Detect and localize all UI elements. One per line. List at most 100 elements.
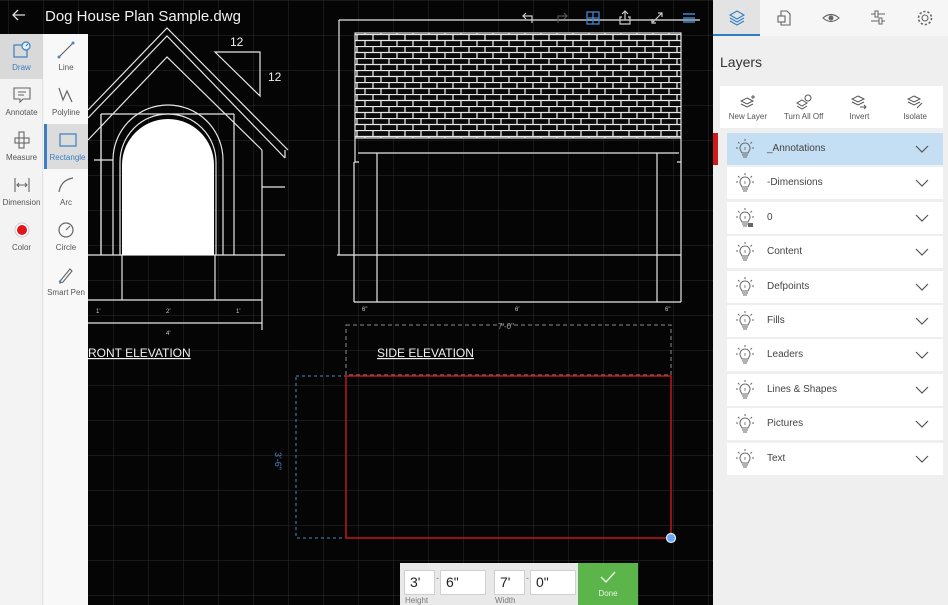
chevron-down-icon[interactable] bbox=[915, 176, 929, 190]
checkmark-icon bbox=[600, 571, 616, 584]
new-layer-button[interactable]: New Layer bbox=[720, 86, 776, 128]
back-button[interactable] bbox=[8, 6, 30, 28]
layer-item-0[interactable]: 0 bbox=[727, 201, 943, 234]
dimension-icon bbox=[13, 178, 30, 192]
chevron-down-icon[interactable] bbox=[915, 417, 929, 431]
fullscreen-button[interactable] bbox=[641, 7, 673, 29]
menu-button[interactable] bbox=[673, 7, 705, 29]
done-button[interactable]: Done bbox=[578, 563, 638, 605]
tool-arc[interactable]: Arc bbox=[44, 169, 88, 214]
height-inches-input[interactable]: 6" bbox=[440, 570, 486, 595]
layer-item-text[interactable]: Text bbox=[727, 442, 943, 475]
layer-name: Leaders bbox=[767, 349, 804, 361]
invert-button[interactable]: Invert bbox=[832, 86, 888, 128]
isolate-button[interactable]: Isolate bbox=[887, 86, 943, 128]
dimension-input-bar: 3' - 6" Height 7' - 0" Width Done bbox=[400, 563, 638, 605]
width-separator: - bbox=[526, 573, 529, 583]
layer-item-leaders[interactable]: Leaders bbox=[727, 339, 943, 372]
hamburger-icon bbox=[683, 13, 695, 23]
layer-item-dimensions[interactable]: -Dimensions bbox=[727, 167, 943, 200]
app-window: 12 12 1' 2' 1' 4' RONT ELEVATION 6" 6' 6… bbox=[0, 0, 948, 605]
tool-measure-label: Measure bbox=[5, 153, 38, 162]
top-actions bbox=[513, 7, 705, 29]
blocks-icon bbox=[776, 10, 791, 26]
draw-icon bbox=[12, 41, 31, 58]
drawing-canvas[interactable]: 12 12 1' 2' 1' 4' RONT ELEVATION 6" 6' 6… bbox=[0, 0, 713, 605]
height-feet-input[interactable]: 3' bbox=[404, 570, 435, 595]
undo-button[interactable] bbox=[513, 7, 545, 29]
document-title: Dog House Plan Sample.dwg bbox=[45, 8, 241, 25]
layer-list: _Annotations -Dimensions 0 Content Defpo… bbox=[720, 133, 943, 477]
front-dim-1: 1' bbox=[96, 309, 100, 315]
share-icon bbox=[619, 10, 631, 25]
resize-handle[interactable] bbox=[665, 532, 677, 544]
tool-smart-pen[interactable]: Smart Pen bbox=[44, 259, 88, 304]
sliders-icon bbox=[870, 10, 885, 25]
circle-icon bbox=[58, 222, 74, 238]
chevron-down-icon[interactable] bbox=[915, 314, 929, 328]
layer-item-fills[interactable]: Fills bbox=[727, 304, 943, 337]
tab-settings[interactable] bbox=[901, 0, 948, 36]
layer-name: Lines & Shapes bbox=[767, 383, 838, 395]
chevron-down-icon[interactable] bbox=[915, 280, 929, 294]
chevron-down-icon[interactable] bbox=[915, 245, 929, 259]
tab-view[interactable] bbox=[807, 0, 854, 36]
tool-color-label: Color bbox=[11, 243, 32, 252]
tab-layers[interactable] bbox=[713, 0, 760, 36]
tab-blocks[interactable] bbox=[760, 0, 807, 36]
tool-polyline-label: Polyline bbox=[51, 108, 80, 117]
width-feet-input[interactable]: 7' bbox=[494, 570, 525, 595]
layer-item-annotations[interactable]: _Annotations bbox=[727, 133, 943, 165]
slope-rise-label: 12 bbox=[268, 70, 282, 84]
lightbulb-icon bbox=[736, 448, 754, 468]
lightbulb-icon bbox=[736, 139, 754, 158]
isolate-label: Isolate bbox=[903, 111, 927, 121]
new-layer-icon bbox=[739, 94, 755, 108]
share-button[interactable] bbox=[609, 7, 641, 29]
tool-rectangle[interactable]: Rectangle bbox=[44, 124, 88, 169]
width-inches-input[interactable]: 0" bbox=[530, 570, 576, 595]
active-layer-marker bbox=[713, 133, 718, 165]
layer-item-defpoints[interactable]: Defpoints bbox=[727, 270, 943, 303]
layer-actions: New Layer Turn All Off Invert Isolate bbox=[720, 86, 943, 128]
layer-item-pictures[interactable]: Pictures bbox=[727, 408, 943, 441]
tool-categories: Draw Annotate Measure Dimension Color bbox=[0, 34, 43, 605]
tool-smart-pen-label: Smart Pen bbox=[47, 288, 85, 297]
tool-polyline[interactable]: Polyline bbox=[44, 79, 88, 124]
lightbulb-icon bbox=[736, 276, 754, 296]
slope-run-label: 12 bbox=[230, 35, 244, 49]
tool-dimension-label: Dimension bbox=[2, 198, 41, 207]
layers-icon bbox=[728, 10, 745, 26]
grid-button[interactable] bbox=[577, 7, 609, 29]
turn-all-off-button[interactable]: Turn All Off bbox=[776, 86, 832, 128]
tool-dimension[interactable]: Dimension bbox=[0, 169, 43, 214]
turn-all-off-icon bbox=[795, 94, 812, 110]
drawing-svg[interactable]: 12 12 1' 2' 1' 4' RONT ELEVATION 6" 6' 6… bbox=[0, 0, 713, 605]
chevron-down-icon[interactable] bbox=[915, 383, 929, 397]
redo-button[interactable] bbox=[545, 7, 577, 29]
tool-measure[interactable]: Measure bbox=[0, 124, 43, 169]
top-bar: Dog House Plan Sample.dwg bbox=[0, 0, 713, 34]
chevron-down-icon[interactable] bbox=[915, 452, 929, 466]
tool-circle[interactable]: Circle bbox=[44, 214, 88, 259]
lightbulb-icon bbox=[736, 242, 754, 261]
color-icon bbox=[14, 222, 29, 238]
tool-line[interactable]: Line bbox=[44, 34, 88, 79]
lightbulb-icon bbox=[736, 207, 754, 227]
tool-color[interactable]: Color bbox=[0, 214, 43, 259]
door-opening bbox=[122, 119, 214, 255]
done-label: Done bbox=[598, 589, 618, 598]
chevron-down-icon[interactable] bbox=[915, 211, 929, 225]
tool-annotate[interactable]: Annotate bbox=[0, 79, 43, 124]
tool-draw[interactable]: Draw bbox=[0, 34, 43, 79]
layer-item-lines-shapes[interactable]: Lines & Shapes bbox=[727, 373, 943, 406]
turn-all-off-label: Turn All Off bbox=[783, 111, 824, 121]
tool-circle-label: Circle bbox=[55, 243, 77, 252]
chevron-down-icon[interactable] bbox=[915, 348, 929, 362]
side-dim-2: 6' bbox=[515, 307, 519, 313]
tab-properties[interactable] bbox=[854, 0, 901, 36]
chevron-down-icon[interactable] bbox=[915, 142, 929, 156]
layer-name: 0 bbox=[767, 211, 773, 223]
layer-item-content[interactable]: Content bbox=[727, 236, 943, 269]
arc-icon bbox=[58, 177, 74, 193]
